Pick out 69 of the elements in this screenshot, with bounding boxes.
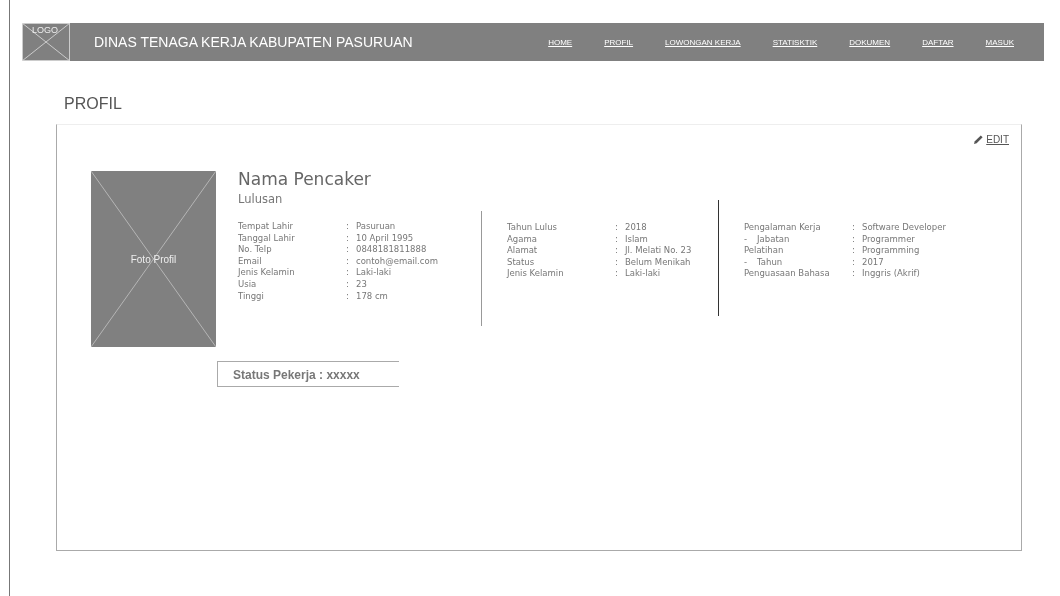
field-label: Usia <box>238 278 257 291</box>
colon: : <box>346 255 350 268</box>
bullet-dash: - <box>744 256 748 269</box>
field-value: 10 April 1995 <box>356 232 414 245</box>
field-value: Jl. Melati No. 23 <box>625 245 692 257</box>
field-label: Status <box>507 256 535 269</box>
nav-link[interactable]: DAFTAR <box>922 37 954 47</box>
field-value: 2018 <box>625 222 647 234</box>
field-value: Laki-laki <box>625 268 661 280</box>
nav-link[interactable]: HOME <box>548 37 573 47</box>
field-value: Islam <box>625 233 648 246</box>
colon: : <box>346 278 350 291</box>
field-value: Software Developer <box>862 222 946 234</box>
field-value: 23 <box>356 278 367 291</box>
field-label: Alamat <box>507 245 538 257</box>
field-value: contoh@email.com <box>356 255 438 268</box>
field-label: Tahun Lulus <box>507 222 557 234</box>
field-label: Penguasaan Bahasa <box>744 268 830 280</box>
field-value: 178 cm <box>356 290 388 303</box>
colon: : <box>852 222 856 234</box>
nav-link[interactable]: PROFIL <box>604 37 634 47</box>
colon: : <box>615 256 619 269</box>
colon: : <box>852 256 856 269</box>
field-value: 0848181811888 <box>356 244 427 256</box>
photo-label: Foto Profil <box>130 253 177 265</box>
field-label: Pelatihan <box>744 245 784 257</box>
colon: : <box>615 245 619 257</box>
profile-subtitle: Lulusan <box>238 192 284 206</box>
field-label: Jabatan <box>757 233 790 246</box>
colon: : <box>852 233 856 246</box>
field-value: Pasuruan <box>356 221 396 233</box>
field-value: Inggris (Akrif) <box>862 268 920 280</box>
field-value: Programmer <box>862 233 915 246</box>
colon: : <box>852 245 856 257</box>
field-label: Jenis Kelamin <box>238 267 295 279</box>
colon: : <box>346 290 350 303</box>
colon: : <box>346 232 350 245</box>
colon: : <box>346 244 350 256</box>
field-label: No. Telp <box>238 244 272 256</box>
field-label: Jenis Kelamin <box>507 268 564 280</box>
site-title: DINAS TENAGA KERJA KABUPATEN PASURUAN <box>94 34 413 50</box>
field-value: Programming <box>862 245 920 257</box>
pencil-icon <box>973 134 985 145</box>
field-value: 2017 <box>862 256 884 269</box>
field-label: Tempat Lahir <box>238 221 294 233</box>
bullet-dash: - <box>744 233 748 246</box>
nav-link[interactable]: MASUK <box>985 37 1014 47</box>
colon: : <box>346 267 350 279</box>
field-label: Tahun <box>757 256 783 269</box>
nav-link[interactable]: DOKUMEN <box>849 37 891 47</box>
nav-link[interactable]: STATISKTIK <box>772 37 818 47</box>
field-label: Agama <box>507 233 537 246</box>
logo-label: LOGO <box>32 25 58 35</box>
colon: : <box>615 222 619 234</box>
field-label: Tinggi <box>238 290 264 303</box>
colon: : <box>615 233 619 246</box>
nav-link[interactable]: LOWONGAN KERJA <box>665 37 741 47</box>
status-label: Status Pekerja : xxxxx <box>217 361 399 387</box>
profile-name: Nama Pencaker <box>238 169 372 189</box>
colon: : <box>346 221 350 233</box>
field-value: Belum Menikah <box>625 256 691 269</box>
colon: : <box>852 268 856 280</box>
field-label: Pengalaman Kerja <box>744 222 821 234</box>
field-label: Tanggal Lahir <box>238 232 295 245</box>
edit-link[interactable]: EDIT <box>973 134 1009 145</box>
colon: : <box>615 268 619 280</box>
page-title: PROFIL <box>64 95 123 113</box>
field-label: Email <box>238 255 262 268</box>
field-value: Laki-laki <box>356 267 392 279</box>
